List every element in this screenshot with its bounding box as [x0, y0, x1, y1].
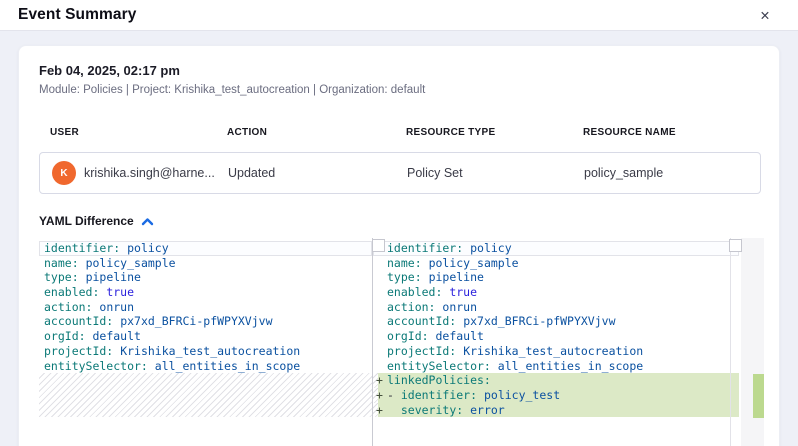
- event-summary-header: Event Summary ✕: [0, 0, 798, 31]
- overview-ruler[interactable]: [741, 238, 764, 446]
- added-line-gutter-plus: +: [376, 403, 383, 418]
- avatar: K: [52, 161, 76, 185]
- close-button[interactable]: ✕: [756, 6, 774, 24]
- resource-type-value: Policy Set: [407, 166, 463, 180]
- diff-right-edge-line: [730, 238, 731, 446]
- yaml-difference-label: YAML Difference: [39, 214, 134, 228]
- code-line: action: onrun: [373, 300, 739, 315]
- added-line-gutter-plus: +: [376, 388, 383, 403]
- table-header-user: USER: [50, 127, 79, 138]
- chevron-up-icon: [141, 217, 154, 226]
- code-line: projectId: Krishika_test_autocreation: [373, 344, 739, 359]
- diff-editor: identifier: policyname: policy_sampletyp…: [39, 238, 764, 446]
- code-line: +linkedPolicies:: [373, 373, 739, 388]
- code-line: projectId: Krishika_test_autocreation: [39, 344, 372, 359]
- code-line: orgId: default: [373, 329, 739, 344]
- page-title: Event Summary: [18, 6, 136, 24]
- code-line: action: onrun: [39, 300, 372, 315]
- code-line: entitySelector: all_entities_in_scope: [39, 359, 372, 374]
- table-header-resource-type: RESOURCE TYPE: [406, 127, 495, 138]
- code-line: identifier: policy: [373, 241, 739, 256]
- code-line: +- identifier: policy_test: [373, 388, 739, 403]
- event-timestamp: Feb 04, 2025, 02:17 pm: [39, 63, 180, 78]
- diff-original-pane[interactable]: identifier: policyname: policy_sampletyp…: [39, 238, 372, 446]
- code-line: orgId: default: [39, 329, 372, 344]
- code-line: type: pipeline: [39, 270, 372, 285]
- action-value: Updated: [228, 166, 275, 180]
- event-meta: Module: Policies | Project: Krishika_tes…: [39, 84, 425, 96]
- diff-modified-pane[interactable]: identifier: policyname: policy_sampletyp…: [373, 238, 739, 446]
- scrollbar-thumb-left[interactable]: [372, 239, 385, 252]
- close-icon: ✕: [760, 8, 770, 23]
- scrollbar-thumb-right[interactable]: [729, 239, 742, 252]
- table-header-resource-name: RESOURCE NAME: [583, 127, 676, 138]
- user-email: krishika.singh@harne...: [84, 166, 215, 180]
- code-line: accountId: px7xd_BFRCi-pfWPYXVjvw: [39, 314, 372, 329]
- code-line: type: pipeline: [373, 270, 739, 285]
- added-lines-marker: [753, 374, 764, 418]
- table-header-action: ACTION: [227, 127, 267, 138]
- yaml-difference-toggle[interactable]: YAML Difference: [39, 213, 154, 229]
- table-row: K krishika.singh@harne... Updated Policy…: [39, 152, 761, 194]
- code-line: identifier: policy: [39, 241, 372, 256]
- code-line: entitySelector: all_entities_in_scope: [373, 359, 739, 374]
- table-header-row: USER ACTION RESOURCE TYPE RESOURCE NAME: [39, 127, 761, 141]
- code-line: enabled: true: [373, 285, 739, 300]
- code-line: name: policy_sample: [373, 256, 739, 271]
- resource-name-value: policy_sample: [584, 166, 663, 180]
- code-line: + severity: error: [373, 403, 739, 418]
- event-card: Feb 04, 2025, 02:17 pm Module: Policies …: [18, 45, 780, 446]
- code-line: accountId: px7xd_BFRCi-pfWPYXVjvw: [373, 314, 739, 329]
- code-line: name: policy_sample: [39, 256, 372, 271]
- diff-spacer-hatch: [39, 373, 372, 417]
- added-line-gutter-plus: +: [376, 373, 383, 388]
- code-line: enabled: true: [39, 285, 372, 300]
